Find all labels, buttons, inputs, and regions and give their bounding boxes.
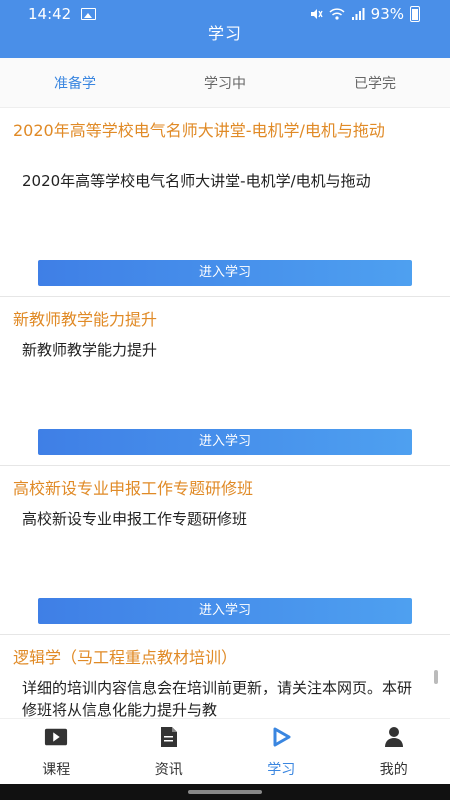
bottom-nav: 课程 资讯 学习 我的 <box>0 718 450 784</box>
course-description: 2020年高等学校电气名师大讲堂-电机学/电机与拖动 <box>22 172 371 190</box>
app-header: 14:42 93% 学习 <box>0 0 450 58</box>
course-title[interactable]: 2020年高等学校电气名师大讲堂-电机学/电机与拖动 <box>13 120 436 142</box>
course-title[interactable]: 新教师教学能力提升 <box>13 309 436 331</box>
course-card: 逻辑学（马工程重点教材培训） 详细的培训内容信息会在培训前更新，请关注本网页。本… <box>0 635 450 718</box>
course-description: 高校新设专业申报工作专题研修班 <box>22 510 248 528</box>
course-card: 新教师教学能力提升 新教师教学能力提升 进入学习 <box>0 297 450 466</box>
scrollbar[interactable] <box>434 670 438 684</box>
nav-label: 学习 <box>267 762 296 778</box>
tab-ready[interactable]: 准备学 <box>0 73 150 93</box>
course-title[interactable]: 高校新设专业申报工作专题研修班 <box>13 478 436 500</box>
nav-courses[interactable]: 课程 <box>0 719 113 784</box>
course-list[interactable]: 2020年高等学校电气名师大讲堂-电机学/电机与拖动 2020年高等学校电气名师… <box>0 108 450 718</box>
tab-bar: 准备学 学习中 已学完 <box>0 58 450 108</box>
course-description: 新教师教学能力提升 <box>22 341 158 359</box>
video-icon <box>44 725 68 749</box>
page-title: 学习 <box>207 24 242 43</box>
nav-label: 资讯 <box>154 762 183 778</box>
course-title[interactable]: 逻辑学（马工程重点教材培训） <box>13 647 436 669</box>
wifi-icon <box>329 8 345 20</box>
course-description: 详细的培训内容信息会在培训前更新，请关注本网页。本研修班将从信息化能力提升与教 <box>22 679 413 718</box>
nav-label: 课程 <box>42 762 71 778</box>
image-notification-icon <box>81 8 97 20</box>
mute-icon <box>310 9 323 19</box>
nav-study[interactable]: 学习 <box>225 719 338 784</box>
play-icon <box>269 725 293 749</box>
enter-study-button[interactable]: 进入学习 <box>38 260 412 286</box>
home-gesture-handle[interactable] <box>188 790 262 794</box>
signal-icon <box>351 8 365 20</box>
system-navigation-bar <box>0 784 450 800</box>
tab-completed[interactable]: 已学完 <box>300 73 450 93</box>
enter-study-button[interactable]: 进入学习 <box>38 429 412 455</box>
nav-news[interactable]: 资讯 <box>113 719 226 784</box>
document-icon <box>157 725 181 749</box>
nav-profile[interactable]: 我的 <box>338 719 450 784</box>
enter-study-button[interactable]: 进入学习 <box>38 598 412 624</box>
course-card: 2020年高等学校电气名师大讲堂-电机学/电机与拖动 2020年高等学校电气名师… <box>0 108 450 297</box>
tab-in-progress[interactable]: 学习中 <box>150 73 300 93</box>
course-card: 高校新设专业申报工作专题研修班 高校新设专业申报工作专题研修班 进入学习 <box>0 466 450 635</box>
person-icon <box>382 725 406 749</box>
nav-label: 我的 <box>379 762 408 778</box>
